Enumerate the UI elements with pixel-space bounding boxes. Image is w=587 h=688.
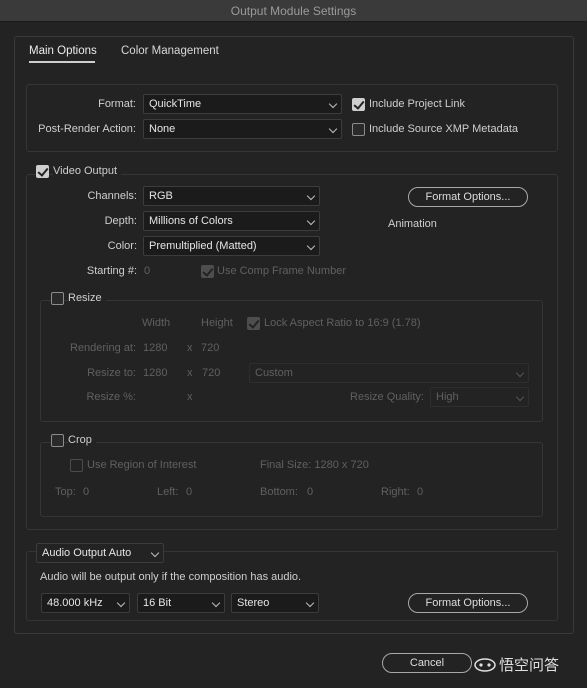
crop-checkbox[interactable] — [51, 434, 64, 447]
crop-label: Crop — [68, 434, 96, 446]
resize-quality-label: Resize Quality: — [350, 391, 424, 403]
include-xmp-label: Include Source XMP Metadata — [369, 123, 518, 135]
format-label: Format: — [98, 98, 136, 110]
chevron-down-icon — [116, 598, 126, 608]
rendering-at-height: 720 — [201, 342, 220, 354]
crop-bottom-value[interactable]: 0 — [307, 486, 313, 498]
window-title: Output Module Settings — [230, 4, 357, 18]
final-size-label: Final Size: 1280 x 720 — [260, 459, 369, 471]
video-output-checkbox[interactable] — [36, 165, 49, 178]
color-label: Color: — [107, 240, 137, 252]
post-render-select[interactable]: None — [143, 119, 342, 139]
resize-pct-label: Resize %: — [86, 391, 136, 403]
depth-select[interactable]: Millions of Colors — [143, 211, 320, 231]
chevron-down-icon — [515, 368, 525, 378]
audio-bits-select[interactable]: 16 Bit — [137, 593, 225, 613]
title-bar: Output Module Settings — [0, 0, 587, 22]
use-comp-frame-checkbox[interactable] — [201, 265, 214, 278]
lock-aspect-checkbox[interactable] — [247, 317, 260, 330]
tab-color-management[interactable]: Color Management — [121, 45, 219, 57]
audio-output-mode-select[interactable]: Audio Output Auto — [36, 543, 164, 563]
resize-quality-select[interactable]: High — [430, 387, 529, 407]
cancel-button[interactable]: Cancel — [382, 653, 472, 673]
format-select[interactable]: QuickTime — [143, 94, 342, 114]
include-project-link-checkbox[interactable] — [352, 98, 365, 111]
chevron-down-icon — [305, 598, 315, 608]
use-comp-frame-label: Use Comp Frame Number — [217, 265, 346, 277]
chevron-down-icon — [306, 191, 316, 201]
rendering-at-width: 1280 — [143, 342, 168, 354]
resize-preset-select[interactable]: Custom — [249, 363, 529, 383]
width-header: Width — [142, 317, 171, 329]
crop-right-label: Right: — [381, 486, 410, 498]
resize-to-width[interactable]: 1280 — [143, 367, 167, 379]
crop-group — [40, 442, 543, 517]
tab-main-options[interactable]: Main Options — [29, 45, 97, 57]
audio-format-options-button[interactable]: Format Options... — [408, 593, 528, 613]
chevron-down-icon — [328, 99, 338, 109]
crop-left-value[interactable]: 0 — [186, 486, 192, 498]
resize-checkbox[interactable] — [51, 292, 64, 305]
chevron-down-icon — [306, 241, 316, 251]
include-project-link-label: Include Project Link — [369, 98, 465, 110]
audio-rate-select[interactable]: 48.000 kHz — [41, 593, 130, 613]
crop-top-label: Top: — [55, 486, 76, 498]
resize-to-height[interactable]: 720 — [202, 367, 220, 379]
depth-label: Depth: — [104, 215, 137, 227]
chevron-down-icon — [150, 548, 160, 558]
video-output-label: Video Output — [53, 165, 122, 177]
codec-label: Animation — [388, 218, 437, 230]
use-roi-checkbox[interactable] — [70, 459, 83, 472]
chevron-down-icon — [328, 124, 338, 134]
post-render-label: Post-Render Action: — [38, 123, 136, 135]
video-format-options-button[interactable]: Format Options... — [408, 187, 528, 207]
watermark-logo-icon — [474, 657, 496, 672]
starting-label: Starting #: — [86, 265, 137, 277]
rendering-at-x: x — [187, 342, 193, 354]
channels-label: Channels: — [87, 190, 137, 202]
resize-to-x: x — [187, 367, 193, 379]
crop-left-label: Left: — [157, 486, 179, 498]
color-select[interactable]: Premultiplied (Matted) — [143, 236, 320, 256]
crop-top-value[interactable]: 0 — [83, 486, 89, 498]
audio-channels-select[interactable]: Stereo — [231, 593, 319, 613]
chevron-down-icon — [306, 216, 316, 226]
starting-value: 0 — [144, 265, 151, 277]
lock-aspect-label: Lock Aspect Ratio to 16:9 (1.78) — [264, 317, 421, 329]
audio-note: Audio will be output only if the composi… — [40, 571, 302, 583]
height-header: Height — [201, 317, 233, 329]
use-roi-label: Use Region of Interest — [87, 459, 197, 471]
chevron-down-icon — [211, 598, 221, 608]
watermark: 悟空问答 — [474, 654, 559, 675]
watermark-text: 悟空问答 — [499, 657, 560, 674]
crop-bottom-label: Bottom: — [260, 486, 298, 498]
resize-pct-x: x — [187, 391, 193, 403]
rendering-at-label: Rendering at: — [69, 342, 136, 354]
crop-right-value[interactable]: 0 — [417, 486, 423, 498]
resize-to-label: Resize to: — [87, 367, 136, 379]
resize-label: Resize — [68, 292, 106, 304]
tab-active-indicator — [29, 61, 95, 63]
include-xmp-checkbox[interactable] — [352, 123, 365, 136]
chevron-down-icon — [515, 392, 525, 402]
channels-select[interactable]: RGB — [143, 186, 320, 206]
